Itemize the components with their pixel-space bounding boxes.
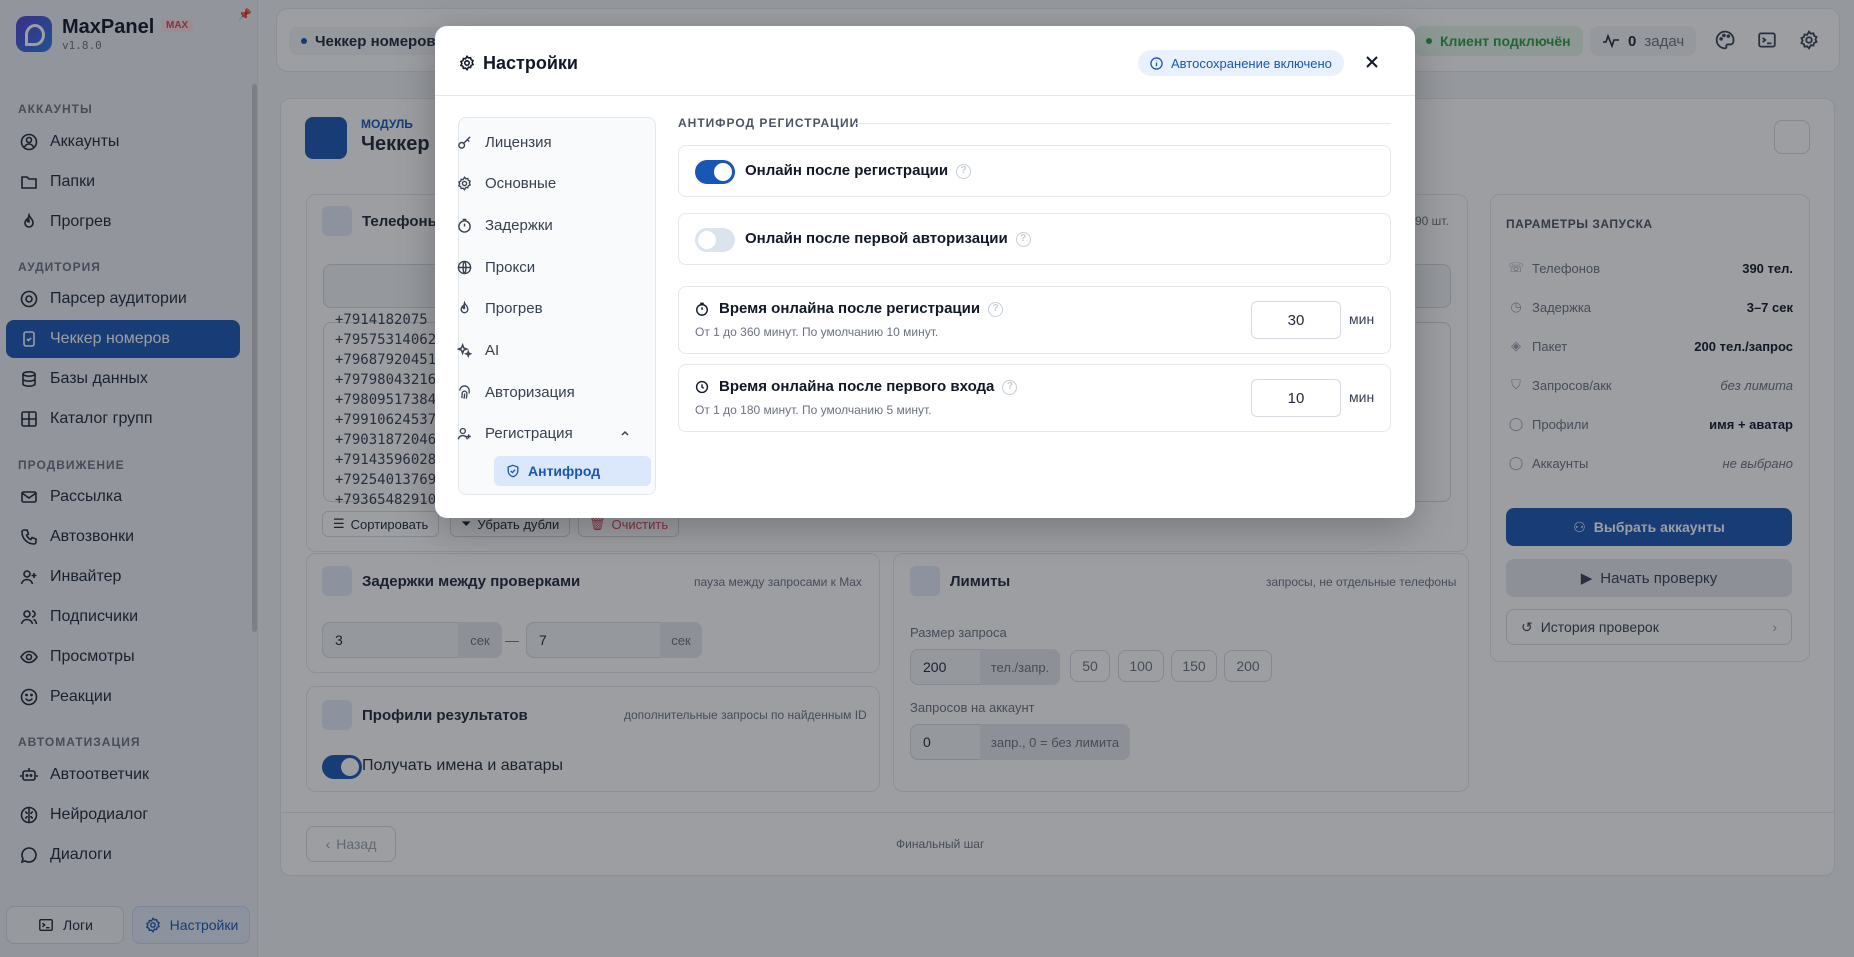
section-divider	[855, 123, 1391, 124]
online-after-first-auth-toggle[interactable]	[695, 228, 735, 252]
help-icon[interactable]: ?	[1002, 379, 1018, 395]
online-time-registration-input[interactable]: 30	[1251, 301, 1341, 339]
help-icon[interactable]: ?	[956, 163, 972, 179]
settings-nav-general[interactable]: Основные	[455, 171, 556, 195]
nav-label: Основные	[485, 174, 557, 192]
toggle-label: Онлайн после регистрации	[745, 162, 949, 179]
info-icon	[1150, 56, 1163, 70]
settings-nav-antifraud[interactable]: Антифрод	[494, 456, 651, 486]
autosave-badge: Автосохранение включено	[1138, 50, 1344, 76]
settings-nav-delays[interactable]: Задержки	[455, 213, 553, 237]
nav-label: Задержки	[485, 216, 553, 234]
chevron-up-icon	[619, 427, 631, 439]
online-time-first-login-input[interactable]: 10	[1251, 379, 1341, 417]
settings-nav-license[interactable]: Лицензия	[455, 130, 552, 154]
settings-nav-registration[interactable]: Регистрация	[455, 421, 631, 445]
nav-label: Прокси	[485, 258, 536, 276]
field-label: Время онлайна после первого входа	[719, 378, 995, 395]
autosave-label: Автосохранение включено	[1171, 55, 1332, 71]
toggle-row-online-after-first-auth: Онлайн после первой авторизации?	[678, 213, 1391, 265]
settings-nav-proxy[interactable]: Прокси	[455, 255, 535, 279]
help-icon[interactable]: ?	[988, 301, 1004, 317]
clock-icon	[695, 380, 709, 394]
fingerprint-icon	[455, 383, 473, 401]
section-title: АНТИФРОД РЕГИСТРАЦИИ	[678, 116, 860, 130]
field-hint: От 1 до 360 минут. По умолчанию 10 минут…	[695, 325, 939, 339]
settings-nav-ai[interactable]: AI	[455, 338, 499, 362]
nav-label: Регистрация	[485, 424, 573, 442]
field-hint: От 1 до 180 минут. По умолчанию 5 минут.	[695, 403, 932, 417]
toggle-row-online-after-registration: Онлайн после регистрации?	[678, 145, 1391, 197]
field-row-online-time-first-login: Время онлайна после первого входа? От 1 …	[678, 364, 1391, 432]
flame-icon	[455, 299, 473, 317]
toggle-label: Онлайн после первой авторизации	[745, 230, 1008, 247]
timer-icon	[455, 216, 473, 234]
settings-nav-auth[interactable]: Авторизация	[455, 380, 575, 404]
key-icon	[455, 133, 473, 151]
globe-icon	[455, 258, 473, 276]
settings-nav-warmup[interactable]: Прогрев	[455, 296, 543, 320]
nav-label: Лицензия	[485, 133, 552, 151]
field-label: Время онлайна после регистрации	[719, 300, 981, 317]
field-unit: мин	[1349, 311, 1375, 327]
nav-label: AI	[485, 341, 500, 359]
field-row-online-time-registration: Время онлайна после регистрации? От 1 до…	[678, 286, 1391, 354]
gear-icon	[455, 174, 473, 192]
online-after-registration-toggle[interactable]	[695, 160, 735, 184]
close-icon[interactable]	[1362, 52, 1382, 72]
sub-nav-label: Антифрод	[528, 463, 601, 479]
shield-check-icon	[506, 464, 520, 478]
help-icon[interactable]: ?	[1015, 231, 1031, 247]
user-plus-icon	[455, 424, 473, 442]
nav-label: Прогрев	[485, 299, 543, 317]
modal-header: Настройки Автосохранение включено	[435, 26, 1415, 96]
gear-icon	[458, 54, 476, 72]
modal-title: Настройки	[483, 53, 578, 73]
nav-label: Авторизация	[485, 383, 575, 401]
field-unit: мин	[1349, 389, 1375, 405]
sparkles-icon	[455, 341, 473, 359]
settings-modal: Настройки Автосохранение включено Лиценз…	[435, 26, 1415, 518]
timer-icon	[695, 302, 709, 316]
